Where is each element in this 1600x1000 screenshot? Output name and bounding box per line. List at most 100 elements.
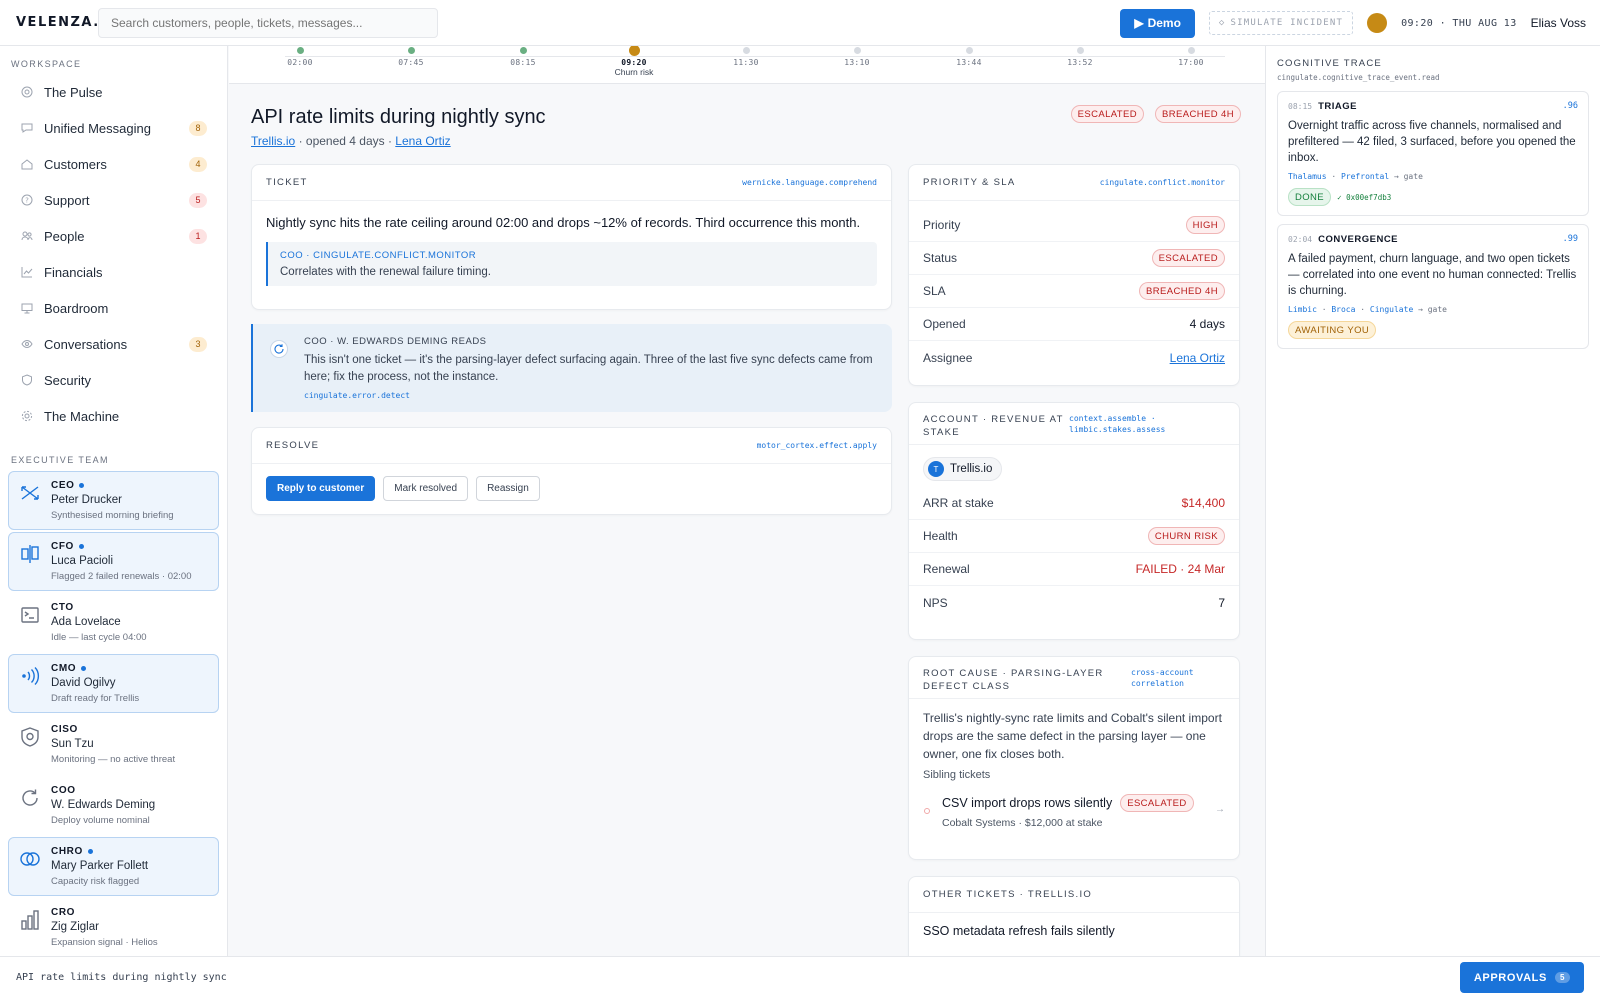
- region-tag: Thalamus: [1288, 172, 1327, 181]
- priority-rows: Priority HIGH Status ESCALATED SLA BREACHED…: [909, 201, 1239, 374]
- other-ticket-item[interactable]: SSO metadata refresh fails silently: [909, 913, 1239, 949]
- crossed-arrows-icon: [21, 486, 39, 500]
- card-header: ROOT CAUSE · PARSING-LAYER DEFECT CLASS c…: [909, 657, 1239, 699]
- card-tag: wernicke.language.comprehend: [742, 178, 877, 187]
- simulate-incident-button[interactable]: ◇ SIMULATE INCIDENT: [1208, 11, 1354, 35]
- exec-card-cto[interactable]: CTO Ada Lovelace Idle — last cycle 04:00: [8, 593, 219, 652]
- user-name[interactable]: Elias Voss: [1531, 16, 1586, 30]
- message-icon: [20, 121, 34, 135]
- card-tag: cingulate.conflict.monitor: [1099, 178, 1225, 187]
- insight-body: This isn't one ticket — it's the parsing…: [304, 354, 873, 383]
- top-bar: VELENZA. ▶ Demo ◇ SIMULATE INCIDENT 09:2…: [0, 0, 1600, 46]
- exec-text: CFO Luca Pacioli Flagged 2 failed renewa…: [51, 541, 191, 590]
- exec-card-coo[interactable]: COO W. Edwards Deming Deploy volume nomi…: [8, 776, 219, 835]
- sidebar-item-label: Conversations: [44, 336, 128, 352]
- card-title: ROOT CAUSE · PARSING-LAYER DEFECT CLASS: [923, 667, 1104, 693]
- trace-path: Thalamus · Prefrontal → gate: [1288, 172, 1423, 181]
- shield-icon: [20, 373, 34, 387]
- eye-icon: [20, 337, 34, 351]
- timeline: 02:00 07:45 08:15 09:20 Churn risk 11:30 …: [229, 46, 1265, 84]
- mark-resolved-button[interactable]: Mark resolved: [383, 476, 469, 501]
- exec-text: CHRO Mary Parker Follett Capacity risk f…: [51, 846, 148, 895]
- confidence-score: .96: [1562, 101, 1578, 111]
- exec-name: W. Edwards Deming: [51, 799, 156, 811]
- page-title: API rate limits during nightly sync: [251, 106, 546, 128]
- timeline-point-current[interactable]: 09:20 Churn risk: [604, 46, 664, 77]
- reassign-button[interactable]: Reassign: [476, 476, 540, 501]
- sidebar-item-conversations[interactable]: Conversations 3: [0, 326, 227, 362]
- sidebar-item-machine[interactable]: The Machine: [0, 398, 227, 434]
- demo-button[interactable]: ▶ Demo: [1120, 8, 1195, 38]
- exec-team-label: EXECUTIVE TEAM: [11, 455, 109, 465]
- reply-button[interactable]: Reply to customer: [266, 476, 376, 501]
- health-badge: CHURN RISK: [1147, 527, 1225, 545]
- timeline-point[interactable]: 07:45: [381, 46, 441, 67]
- exec-name: Peter Drucker: [51, 494, 122, 506]
- card-title-line: ROOT CAUSE · PARSING-LAYER: [923, 668, 1104, 679]
- exec-role-label: CMO: [51, 663, 77, 674]
- health-row: Health CHURN RISK: [909, 520, 1239, 553]
- timeline-point[interactable]: 11:30: [716, 46, 776, 67]
- card-tag: motor_cortex.effect.apply: [756, 441, 877, 450]
- status-avatar[interactable]: [1367, 13, 1388, 33]
- exec-card-cmo[interactable]: CMO David Ogilvy Draft ready for Trellis: [8, 654, 219, 713]
- exec-status: Deploy volume nominal: [51, 815, 150, 826]
- play-icon: ▶: [1134, 16, 1144, 30]
- exec-card-ciso[interactable]: CISO Sun Tzu Monitoring — no active thre…: [8, 715, 219, 774]
- sibling-ticket[interactable]: CSV import drops rows silently ESCALATED…: [909, 781, 1239, 829]
- sidebar-item-customers[interactable]: Customers 4: [0, 146, 227, 182]
- insight-tag: cingulate.error.detect: [304, 391, 410, 400]
- account-chip[interactable]: T Trellis.io: [923, 457, 1003, 481]
- approvals-button[interactable]: APPROVALS 5: [1459, 962, 1584, 993]
- sidebar-item-financials[interactable]: Financials: [0, 254, 227, 290]
- app-logo[interactable]: VELENZA.: [16, 15, 98, 30]
- timeline-point[interactable]: 13:52: [1050, 46, 1110, 67]
- chart-icon: [20, 265, 34, 279]
- trace-status-row: AWAITING YOU: [1288, 321, 1578, 339]
- account-link[interactable]: Trellis.io: [251, 134, 295, 148]
- exec-text: CRO Zig Ziglar Expansion signal · Helios: [51, 907, 158, 956]
- sidebar-item-label: Customers: [44, 156, 107, 172]
- sidebar-item-unified-messaging[interactable]: Unified Messaging 8: [0, 110, 227, 146]
- approvals-label: APPROVALS: [1473, 971, 1547, 984]
- exec-name: Ada Lovelace: [51, 616, 121, 628]
- arrow-right-icon: →: [1215, 804, 1225, 815]
- owner-link[interactable]: Lena Ortiz: [395, 134, 450, 148]
- trace-event[interactable]: 02:04 CONVERGENCE .99 A failed payment, …: [1277, 224, 1589, 349]
- count-badge: 4: [189, 156, 207, 172]
- timeline-point[interactable]: 02:00: [270, 46, 330, 67]
- exec-status: Capacity risk flagged: [51, 876, 140, 887]
- sidebar-item-pulse[interactable]: The Pulse: [0, 74, 227, 110]
- timeline-point[interactable]: 13:10: [827, 46, 887, 67]
- coo-insight: COO · W. EDWARDS DEMING READS This isn't…: [251, 324, 892, 412]
- trace-event[interactable]: 08:15 TRIAGE .96 Overnight traffic acros…: [1277, 91, 1589, 216]
- timeline-point[interactable]: 17:00: [1161, 46, 1221, 67]
- sidebar-item-support[interactable]: ? Support 5: [0, 182, 227, 218]
- sidebar-item-label: The Pulse: [44, 84, 103, 100]
- sidebar-item-people[interactable]: People 1: [0, 218, 227, 254]
- timeline-point[interactable]: 08:15: [493, 46, 553, 67]
- account-letter-avatar: T: [928, 461, 944, 477]
- exec-card-chro[interactable]: CHRO Mary Parker Follett Capacity risk f…: [8, 837, 219, 896]
- search-input[interactable]: [98, 7, 438, 38]
- confidence-score: .99: [1562, 234, 1578, 244]
- sidebar-item-security[interactable]: Security: [0, 362, 227, 398]
- timeline-time: 09:20: [621, 58, 647, 67]
- arr-value: $14,400: [1181, 496, 1225, 510]
- exec-card-cfo[interactable]: CFO Luca Pacioli Flagged 2 failed renewa…: [8, 532, 219, 591]
- assignee-link[interactable]: Lena Ortiz: [1170, 351, 1225, 365]
- priority-row: Priority HIGH: [909, 209, 1239, 242]
- card-title: TICKET: [266, 177, 308, 188]
- region-tag: Cingulate: [1369, 305, 1414, 314]
- priority-sla-card: PRIORITY & SLA cingulate.conflict.monito…: [908, 164, 1240, 386]
- exec-card-ceo[interactable]: CEO Peter Drucker Synthesised morning br…: [8, 471, 219, 530]
- exec-status: Draft ready for Trellis: [51, 693, 140, 704]
- status-badge: DONE: [1288, 188, 1332, 206]
- card-title: RESOLVE: [266, 440, 320, 451]
- timeline-time: 17:00: [1178, 58, 1204, 67]
- exec-card-cro[interactable]: CRO Zig Ziglar Expansion signal · Helios: [8, 898, 219, 956]
- sidebar-item-boardroom[interactable]: Boardroom: [0, 290, 227, 326]
- timeline-point[interactable]: 13:44: [939, 46, 999, 67]
- sidebar-item-label: Support: [44, 192, 90, 208]
- card-tag: cross-account correlation: [1131, 667, 1225, 689]
